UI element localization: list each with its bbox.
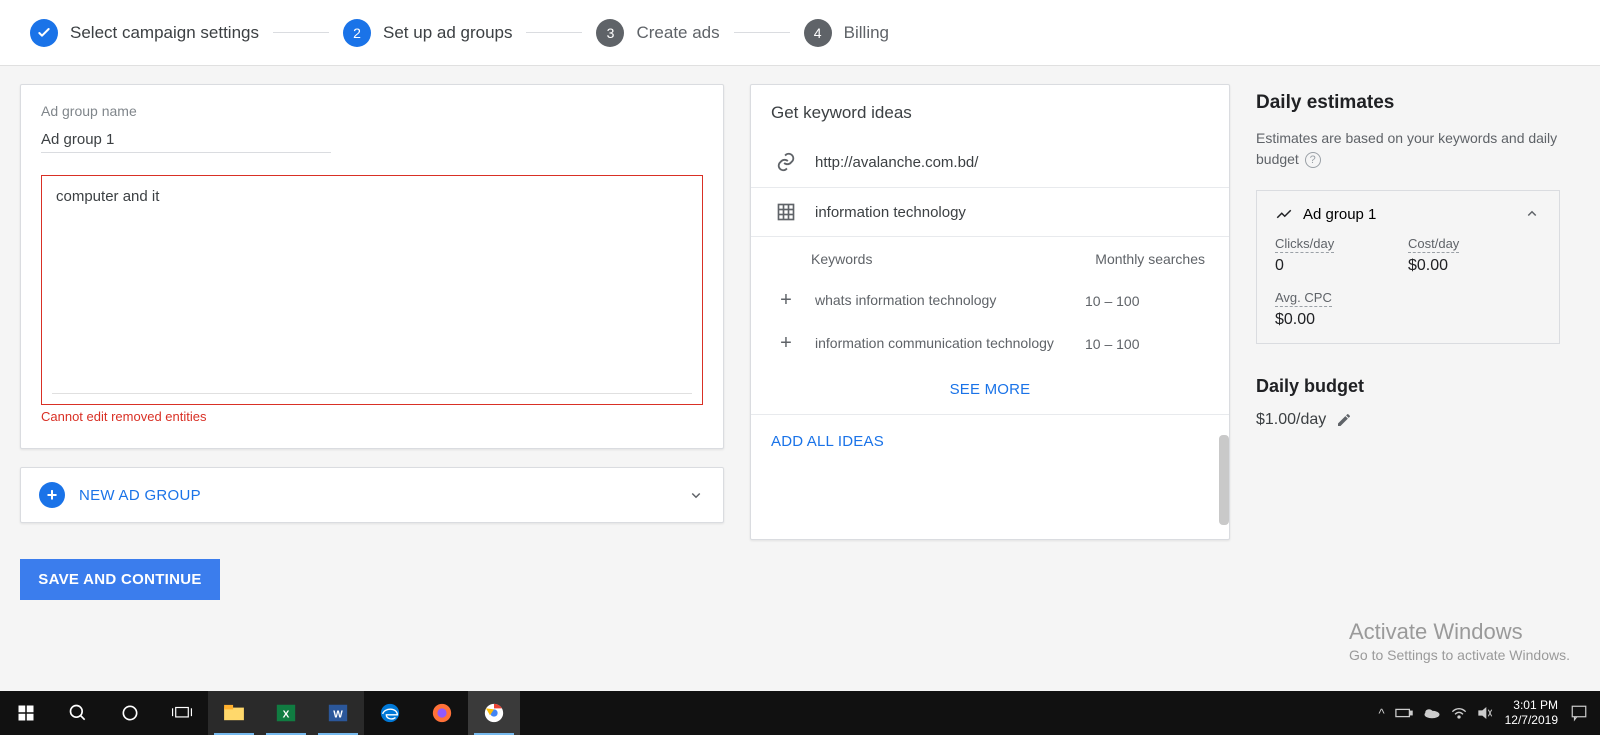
trend-icon bbox=[1275, 205, 1293, 223]
activate-windows-watermark: Activate Windows Go to Settings to activ… bbox=[1349, 619, 1570, 663]
svg-text:X: X bbox=[283, 710, 290, 721]
keyword-row: + information communication technology 1… bbox=[751, 322, 1229, 365]
task-view-button[interactable] bbox=[156, 691, 208, 735]
daily-budget-value: $1.00/day bbox=[1256, 411, 1326, 429]
step-divider bbox=[273, 32, 329, 33]
step-billing[interactable]: 4 Billing bbox=[804, 19, 889, 47]
add-keyword-button[interactable]: + bbox=[775, 289, 797, 312]
ad-group-name-input[interactable] bbox=[41, 127, 331, 153]
step-label: Select campaign settings bbox=[70, 23, 259, 43]
daily-estimates-title: Daily estimates bbox=[1256, 92, 1560, 114]
stepper: Select campaign settings 2 Set up ad gro… bbox=[0, 0, 1600, 66]
search-button[interactable] bbox=[52, 691, 104, 735]
grid-icon bbox=[775, 202, 797, 222]
keyword-row: + whats information technology 10 – 100 bbox=[751, 279, 1229, 322]
idea-category-row[interactable]: information technology bbox=[751, 188, 1229, 237]
firefox-icon[interactable] bbox=[416, 691, 468, 735]
daily-budget-row: $1.00/day bbox=[1256, 411, 1560, 429]
keyword-table-head: Keywords Monthly searches bbox=[751, 237, 1229, 279]
step-number-icon: 3 bbox=[596, 19, 624, 47]
save-and-continue-button[interactable]: SAVE AND CONTINUE bbox=[20, 559, 220, 600]
new-ad-group-label: NEW AD GROUP bbox=[79, 487, 201, 504]
file-explorer-icon[interactable] bbox=[208, 691, 260, 735]
right-column: Daily estimates Estimates are based on y… bbox=[1256, 84, 1576, 676]
cpc-label: Avg. CPC bbox=[1275, 290, 1332, 307]
system-tray[interactable]: ^ bbox=[1379, 706, 1493, 721]
left-column: Ad group name computer and it Cannot edi… bbox=[20, 84, 724, 676]
step-divider bbox=[526, 32, 582, 33]
edge-icon[interactable] bbox=[364, 691, 416, 735]
ad-group-card: Ad group name computer and it Cannot edi… bbox=[20, 84, 724, 449]
idea-url-text: http://avalanche.com.bd/ bbox=[815, 154, 978, 171]
cost-value: $0.00 bbox=[1408, 257, 1541, 275]
searches-col-header: Monthly searches bbox=[1095, 251, 1205, 267]
step-number-icon: 2 bbox=[343, 19, 371, 47]
svg-text:W: W bbox=[333, 710, 343, 721]
keyword-searches: 10 – 100 bbox=[1085, 293, 1205, 309]
keyword-ideas-title: Get keyword ideas bbox=[751, 85, 1229, 137]
main-content: Ad group name computer and it Cannot edi… bbox=[0, 66, 1600, 676]
volume-icon[interactable] bbox=[1477, 706, 1493, 720]
step-label: Billing bbox=[844, 23, 889, 43]
idea-category-text: information technology bbox=[815, 204, 966, 221]
windows-taskbar: X W ^ 3:01 PM 12/7/2019 bbox=[0, 691, 1600, 735]
keyword-name: whats information technology bbox=[815, 291, 1067, 310]
onedrive-icon[interactable] bbox=[1423, 707, 1441, 719]
keyword-name: information communication technology bbox=[815, 334, 1067, 353]
step-setup-ad-groups[interactable]: 2 Set up ad groups bbox=[343, 19, 512, 47]
idea-url-row[interactable]: http://avalanche.com.bd/ bbox=[751, 137, 1229, 188]
chevron-down-icon bbox=[687, 486, 705, 504]
clicks-value: 0 bbox=[1275, 257, 1408, 275]
scrollbar[interactable] bbox=[1219, 435, 1229, 525]
keywords-textarea[interactable]: computer and it bbox=[41, 175, 703, 405]
step-select-campaign[interactable]: Select campaign settings bbox=[30, 19, 259, 47]
help-icon[interactable]: ? bbox=[1305, 152, 1321, 168]
wifi-icon[interactable] bbox=[1451, 706, 1467, 720]
keyword-searches: 10 – 100 bbox=[1085, 336, 1205, 352]
excel-icon[interactable]: X bbox=[260, 691, 312, 735]
keyword-ideas-column: Get keyword ideas http://avalanche.com.b… bbox=[750, 84, 1230, 676]
check-icon bbox=[30, 19, 58, 47]
daily-budget-title: Daily budget bbox=[1256, 376, 1560, 397]
keywords-col-header: Keywords bbox=[811, 251, 1095, 267]
estimates-card-header[interactable]: Ad group 1 bbox=[1275, 205, 1541, 223]
keywords-content: computer and it bbox=[56, 188, 159, 205]
plus-icon: + bbox=[39, 482, 65, 508]
step-create-ads[interactable]: 3 Create ads bbox=[596, 19, 719, 47]
link-icon bbox=[775, 151, 797, 173]
chevron-up-icon bbox=[1523, 205, 1541, 223]
cortana-button[interactable] bbox=[104, 691, 156, 735]
see-more-button[interactable]: SEE MORE bbox=[751, 365, 1229, 414]
add-all-ideas-button[interactable]: ADD ALL IDEAS bbox=[751, 414, 1229, 468]
estimates-group-name: Ad group 1 bbox=[1303, 206, 1376, 223]
estimates-card: Ad group 1 Clicks/day 0 Cost/day $0.00 A… bbox=[1256, 190, 1560, 344]
step-number-icon: 4 bbox=[804, 19, 832, 47]
daily-estimates-sub: Estimates are based on your keywords and… bbox=[1256, 128, 1560, 170]
add-keyword-button[interactable]: + bbox=[775, 332, 797, 355]
cpc-value: $0.00 bbox=[1275, 311, 1408, 329]
battery-icon[interactable] bbox=[1395, 707, 1413, 719]
step-divider bbox=[734, 32, 790, 33]
step-label: Set up ad groups bbox=[383, 23, 512, 43]
new-ad-group-button[interactable]: + NEW AD GROUP bbox=[20, 467, 724, 523]
clicks-label: Clicks/day bbox=[1275, 236, 1334, 253]
pencil-icon[interactable] bbox=[1336, 412, 1352, 428]
cost-label: Cost/day bbox=[1408, 236, 1459, 253]
taskbar-clock[interactable]: 3:01 PM 12/7/2019 bbox=[1505, 698, 1558, 728]
step-label: Create ads bbox=[636, 23, 719, 43]
word-icon[interactable]: W bbox=[312, 691, 364, 735]
tray-chevron-icon[interactable]: ^ bbox=[1379, 706, 1385, 721]
keyword-ideas-card: Get keyword ideas http://avalanche.com.b… bbox=[750, 84, 1230, 540]
keywords-error: Cannot edit removed entities bbox=[41, 409, 703, 424]
ad-group-name-label: Ad group name bbox=[41, 103, 703, 119]
start-button[interactable] bbox=[0, 691, 52, 735]
chrome-icon[interactable] bbox=[468, 691, 520, 735]
action-center-icon[interactable] bbox=[1570, 704, 1588, 722]
